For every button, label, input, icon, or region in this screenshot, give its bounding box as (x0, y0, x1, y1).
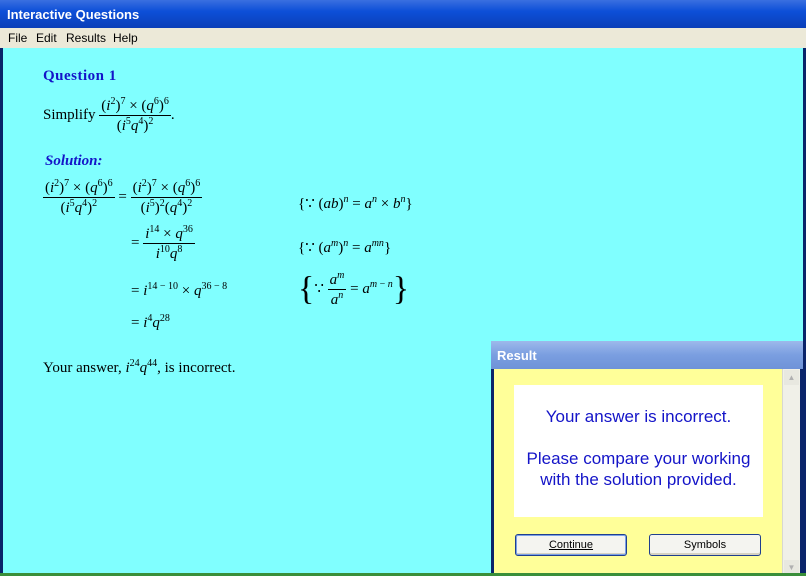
rule-1: {∵ (ab)n = an × bn} (298, 194, 413, 212)
continue-button[interactable]: Continue (515, 534, 627, 556)
solution-step-4: = i4q28 (131, 313, 170, 331)
dialog-title: Result (497, 348, 537, 363)
app-window: Interactive Questions File Edit Results … (0, 0, 806, 576)
symbols-button[interactable]: Symbols (649, 534, 761, 556)
solution-step-2: = i14 × q36 i10q8 (131, 224, 195, 262)
rule-2: {∵ (am)n = amn} (298, 238, 392, 256)
message-line-2: Please compare your working (526, 449, 751, 468)
menu-help[interactable]: Help (113, 31, 138, 45)
dialog-body: Your answer is incorrect. Please compare… (494, 369, 800, 576)
question-prompt: Simplify (43, 106, 96, 123)
solution-step-3: = i14 − 10 × q36 − 8 (131, 281, 228, 299)
answer-feedback: Your answer, i24q44, is incorrect. (43, 358, 236, 376)
message-line-1: Your answer is incorrect. (545, 407, 732, 426)
menu-edit[interactable]: Edit (36, 31, 57, 45)
solution-heading: Solution: (45, 153, 103, 169)
menu-results[interactable]: Results (66, 31, 106, 45)
result-dialog: Result Your answer is incorrect. Please … (491, 341, 803, 576)
title-bar[interactable]: Interactive Questions (0, 0, 806, 28)
dialog-scrollbar[interactable]: ▲ ▼ (782, 369, 800, 576)
menu-file[interactable]: File (8, 31, 27, 45)
solution-step-1: (i2)7 × (q6)6 (i5q4)2 = (i2)7 × (q6)6 (i… (43, 178, 203, 216)
message-line-3: with the solution provided. (540, 470, 737, 489)
question-expression: Simplify (i2)7 × (q6)6 (i5q4)2 . (43, 96, 175, 134)
rule-3: {∵ am an = am − n} (298, 270, 410, 308)
question-heading: Question 1 (43, 68, 117, 84)
window-title: Interactive Questions (7, 7, 140, 22)
scroll-up-icon[interactable]: ▲ (784, 370, 799, 385)
result-message: Your answer is incorrect. Please compare… (514, 385, 763, 517)
menu-bar: File Edit Results Help (0, 28, 806, 48)
dialog-title-bar[interactable]: Result (491, 341, 803, 369)
